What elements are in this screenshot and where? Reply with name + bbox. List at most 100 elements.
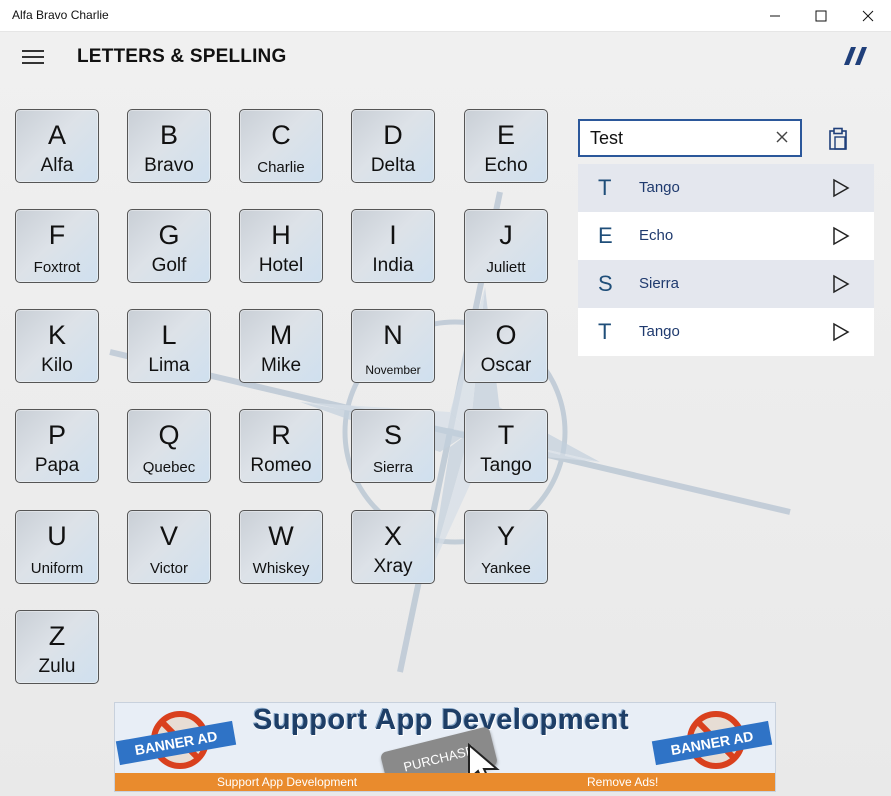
tile-letter: K (47, 320, 66, 350)
letter-tile-e[interactable]: E Echo (464, 109, 548, 183)
letter-tile-w[interactable]: W Whiskey (239, 510, 323, 584)
tile-word: Victor (149, 560, 189, 577)
letter-tile-p[interactable]: P Papa (15, 409, 99, 483)
tile-letter: J (499, 220, 513, 250)
tile-letter: R (271, 420, 291, 450)
tile-word: Oscar (480, 355, 532, 376)
letter-tile-a[interactable]: A Alfa (15, 109, 99, 183)
tile-letter: Y (496, 521, 515, 551)
letter-tile-b[interactable]: B Bravo (127, 109, 211, 183)
letter-tile-j[interactable]: J Juliett (464, 209, 548, 283)
letter-tile-d[interactable]: D Delta (351, 109, 435, 183)
letter-tile-q[interactable]: Q Quebec (127, 409, 211, 483)
tile-letter: Z (48, 621, 66, 651)
hamburger-menu-button[interactable] (22, 46, 48, 68)
tile-letter: D (383, 120, 403, 150)
play-icon[interactable] (832, 226, 850, 246)
tile-letter: N (383, 320, 403, 350)
search-box[interactable] (578, 119, 802, 157)
tile-word: Sierra (372, 459, 413, 476)
tile-letter: X (383, 521, 402, 551)
tile-word: Delta (370, 155, 416, 176)
tile-letter: T (497, 420, 515, 450)
letter-tile-x[interactable]: X Xray (351, 510, 435, 584)
result-word: Echo (639, 227, 674, 244)
letter-tile-n[interactable]: N November (351, 309, 435, 383)
letter-tile-l[interactable]: L Lima (127, 309, 211, 383)
letter-tile-u[interactable]: U Uniform (15, 510, 99, 584)
tile-letter: I (389, 220, 397, 250)
search-input[interactable] (590, 126, 770, 150)
banner-footer (115, 773, 775, 791)
letter-tile-c[interactable]: C Charlie (239, 109, 323, 183)
tile-word: Mike (260, 355, 302, 376)
tile-word: Charlie (257, 159, 305, 176)
letter-tile-g[interactable]: G Golf (127, 209, 211, 283)
result-letter: T (598, 175, 612, 200)
tile-word: Kilo (41, 355, 73, 376)
tile-letter: M (269, 320, 293, 350)
clear-search-button[interactable] (776, 127, 788, 147)
maximize-icon (815, 10, 827, 22)
result-row[interactable]: S Sierra (578, 260, 874, 308)
tile-letter: V (159, 521, 178, 551)
play-icon[interactable] (832, 274, 850, 294)
letter-tile-i[interactable]: I India (351, 209, 435, 283)
tile-word: Yankee (481, 560, 531, 577)
app-logo-icon[interactable] (843, 45, 869, 67)
result-row[interactable]: T Tango (578, 164, 874, 212)
banner-ad[interactable]: Support App Development BANNER AD BANNER… (114, 702, 776, 792)
close-icon (862, 10, 874, 22)
tile-word: Zulu (38, 656, 76, 677)
tile-word: Uniform (30, 560, 84, 577)
letter-tile-v[interactable]: V Victor (127, 510, 211, 584)
banner-headline: Support App Development (253, 704, 630, 736)
window-title: Alfa Bravo Charlie (12, 8, 109, 22)
tile-letter: O (495, 320, 517, 350)
tile-letter: S (383, 420, 402, 450)
maximize-button[interactable] (798, 0, 844, 32)
tile-letter: W (268, 521, 294, 551)
banner-footer-right: Remove Ads! (587, 775, 659, 789)
result-row[interactable]: T Tango (578, 308, 874, 356)
letter-tile-m[interactable]: M Mike (239, 309, 323, 383)
letter-tile-t[interactable]: T Tango (464, 409, 548, 483)
tile-letter: Q (158, 420, 180, 450)
close-icon (776, 131, 788, 143)
play-icon[interactable] (832, 178, 850, 198)
play-icon[interactable] (832, 322, 850, 342)
app-content: LETTERS & SPELLING A Alfa B Bravo C Charlie D D… (0, 32, 891, 796)
tile-word: Alfa (40, 155, 74, 176)
tile-word: Whiskey (252, 560, 310, 577)
result-letter: S (598, 271, 613, 296)
letter-tile-z[interactable]: Z Zulu (15, 610, 99, 684)
menu-line (22, 56, 44, 58)
result-word: Tango (639, 323, 680, 340)
tile-letter: A (47, 120, 66, 150)
result-word: Tango (639, 179, 680, 196)
tile-word: Quebec (142, 459, 196, 476)
tile-word: Papa (34, 455, 80, 476)
letter-tile-o[interactable]: O Oscar (464, 309, 548, 383)
menu-line (22, 62, 44, 64)
letter-tile-y[interactable]: Y Yankee (464, 510, 548, 584)
tile-word: Juliett (486, 259, 526, 276)
tile-letter: P (47, 420, 66, 450)
tile-word: Xray (373, 556, 413, 577)
clipboard-icon[interactable] (826, 127, 850, 151)
letter-tile-f[interactable]: F Foxtrot (15, 209, 99, 283)
letter-tile-k[interactable]: K Kilo (15, 309, 99, 383)
tile-letter: H (271, 220, 291, 250)
letter-tile-h[interactable]: H Hotel (239, 209, 323, 283)
tile-letter: F (48, 220, 66, 250)
letter-tile-r[interactable]: R Romeo (239, 409, 323, 483)
tile-word: Echo (484, 155, 528, 176)
tile-word: Hotel (258, 255, 304, 276)
minimize-button[interactable] (752, 0, 798, 32)
letter-tile-s[interactable]: S Sierra (351, 409, 435, 483)
tile-letter: C (271, 120, 291, 150)
result-letter: E (598, 223, 613, 248)
tile-letter: L (161, 320, 177, 350)
close-button[interactable] (845, 0, 891, 32)
result-row[interactable]: E Echo (578, 212, 874, 260)
